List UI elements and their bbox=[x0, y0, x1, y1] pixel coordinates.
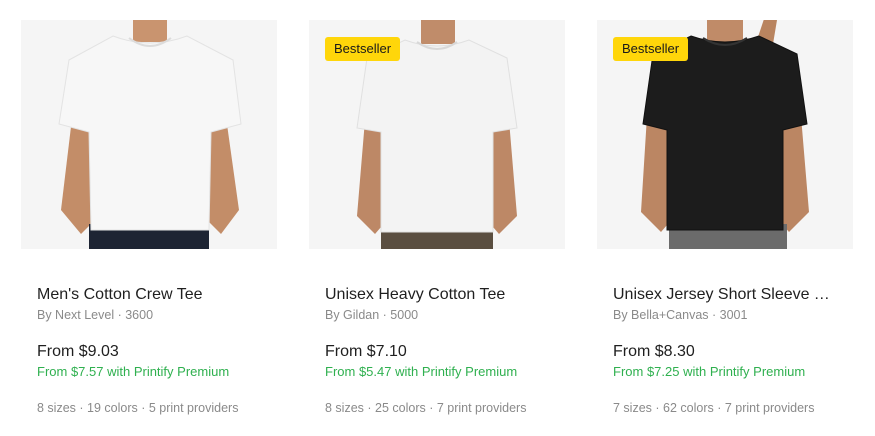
premium-price: From $5.47 with Printify Premium bbox=[325, 364, 518, 379]
product-meta: 8 sizes · 25 colors · 7 print providers bbox=[325, 401, 527, 415]
product-image[interactable]: Bestseller bbox=[597, 20, 853, 249]
product-title[interactable]: Unisex Jersey Short Sleeve Tee bbox=[613, 285, 837, 305]
product-price: From $8.30 bbox=[613, 343, 695, 360]
product-brand: By Next Level · 3600 bbox=[37, 308, 154, 322]
product-price: From $7.10 bbox=[325, 343, 407, 360]
premium-price: From $7.25 with Printify Premium bbox=[613, 364, 806, 379]
product-image[interactable]: Bestseller bbox=[309, 20, 565, 249]
tshirt-model-image bbox=[58, 20, 242, 249]
product-image[interactable] bbox=[21, 20, 277, 249]
product-title[interactable]: Men's Cotton Crew Tee bbox=[37, 285, 261, 305]
product-card[interactable]: Bestseller Unisex Jersey Short Sleeve Te… bbox=[597, 20, 853, 416]
product-grid: Men's Cotton Crew Tee By Next Level · 36… bbox=[21, 20, 853, 416]
product-meta: 7 sizes · 62 colors · 7 print providers bbox=[613, 401, 815, 415]
product-card[interactable]: Bestseller Unisex Heavy Cotton Tee By Gi… bbox=[309, 20, 565, 416]
product-meta: 8 sizes · 19 colors · 5 print providers bbox=[37, 401, 239, 415]
product-price: From $9.03 bbox=[37, 343, 119, 360]
product-title[interactable]: Unisex Heavy Cotton Tee bbox=[325, 285, 549, 305]
bestseller-badge: Bestseller bbox=[325, 37, 401, 61]
bestseller-badge: Bestseller bbox=[613, 37, 689, 61]
premium-price: From $7.57 with Printify Premium bbox=[37, 364, 230, 379]
product-card[interactable]: Men's Cotton Crew Tee By Next Level · 36… bbox=[21, 20, 277, 416]
product-brand: By Bella+Canvas · 3001 bbox=[613, 308, 748, 322]
product-brand: By Gildan · 5000 bbox=[325, 308, 419, 322]
